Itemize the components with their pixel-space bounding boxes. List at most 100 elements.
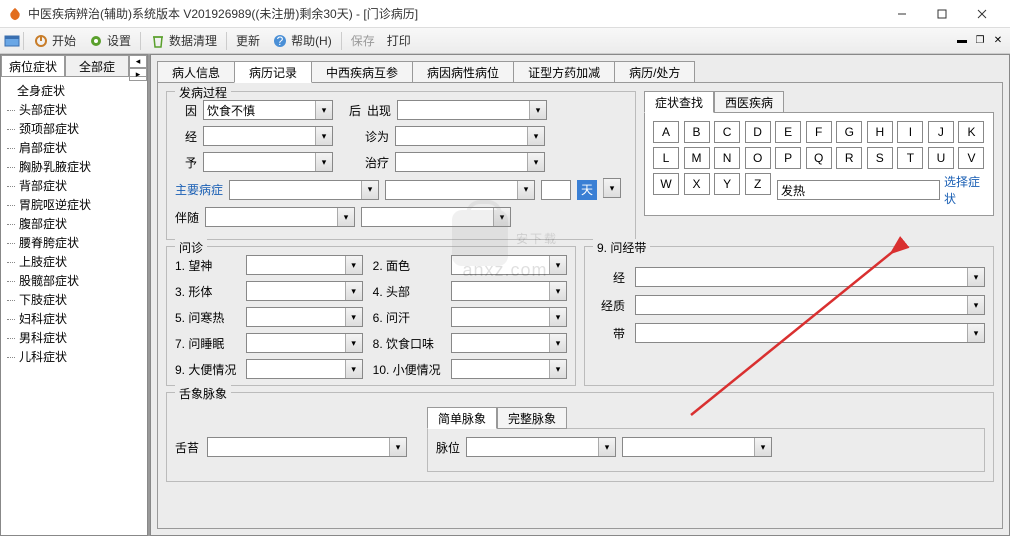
q10-select[interactable] (451, 359, 567, 379)
treat-select[interactable] (395, 152, 545, 172)
tree-item[interactable]: 儿科症状 (3, 347, 145, 366)
pulse-tab-full[interactable]: 完整脉象 (497, 407, 567, 429)
side-tab-all[interactable]: 全部症 (65, 55, 129, 76)
letter-X[interactable]: X (684, 173, 710, 195)
jingzhi-select[interactable] (635, 295, 985, 315)
q6-select[interactable] (451, 307, 567, 327)
tree-item[interactable]: 股髋部症状 (3, 271, 145, 290)
menu-update[interactable]: 更新 (230, 30, 266, 51)
q1-select[interactable] (246, 255, 362, 275)
diag-select[interactable] (395, 126, 545, 146)
letter-T[interactable]: T (897, 147, 923, 169)
symptom-tree[interactable]: 全身症状 头部症状 颈项部症状 肩部症状 胸胁乳腋症状 背部症状 胃脘呕逆症状 … (1, 77, 147, 535)
letter-R[interactable]: R (836, 147, 862, 169)
main-sym-select1[interactable] (229, 180, 379, 200)
letter-J[interactable]: J (928, 121, 954, 143)
letter-S[interactable]: S (867, 147, 893, 169)
q5-select[interactable] (246, 307, 362, 327)
mdi-restore-button[interactable]: ❐ (972, 34, 988, 48)
maximize-button[interactable] (922, 0, 962, 28)
jing-select[interactable] (635, 267, 985, 287)
q3-select[interactable] (246, 281, 362, 301)
letter-Q[interactable]: Q (806, 147, 832, 169)
days-input[interactable] (541, 180, 571, 200)
minimize-button[interactable] (882, 0, 922, 28)
symsearch-tab[interactable]: 症状查找 (644, 91, 714, 113)
tab-patient-info[interactable]: 病人信息 (157, 61, 235, 83)
give-select[interactable] (203, 152, 333, 172)
pulse-pos-select2[interactable] (622, 437, 772, 457)
letter-G[interactable]: G (836, 121, 862, 143)
select-symptom-link[interactable]: 选择症状 (944, 173, 985, 207)
letter-C[interactable]: C (714, 121, 740, 143)
accompany-select1[interactable] (205, 207, 355, 227)
cause-select[interactable] (203, 100, 333, 120)
menu-start[interactable]: 开始 (27, 30, 82, 51)
q9-select[interactable] (246, 359, 362, 379)
tongue-select[interactable] (207, 437, 407, 457)
tree-item[interactable]: 男科症状 (3, 328, 145, 347)
letter-B[interactable]: B (684, 121, 710, 143)
letter-H[interactable]: H (867, 121, 893, 143)
tab-rx[interactable]: 病历/处方 (614, 61, 695, 83)
menu-print[interactable]: 打印 (381, 30, 417, 51)
tree-item[interactable]: 头部症状 (3, 100, 145, 119)
tree-item[interactable]: 腹部症状 (3, 214, 145, 233)
menu-settings[interactable]: 设置 (82, 30, 137, 51)
letter-I[interactable]: I (897, 121, 923, 143)
q4-select[interactable] (451, 281, 567, 301)
menu-cleanup[interactable]: 数据清理 (144, 30, 223, 51)
tree-item[interactable]: 全身症状 (3, 81, 145, 100)
tree-item[interactable]: 腰脊胯症状 (3, 233, 145, 252)
appear-select[interactable] (397, 100, 547, 120)
side-tab-location[interactable]: 病位症状 (1, 55, 65, 76)
main-sym-select2[interactable] (385, 180, 535, 200)
letter-O[interactable]: O (745, 147, 771, 169)
tab-record[interactable]: 病历记录 (234, 61, 312, 83)
letter-W[interactable]: W (653, 173, 679, 195)
letter-E[interactable]: E (775, 121, 801, 143)
tree-item[interactable]: 下肢症状 (3, 290, 145, 309)
side-nav-left[interactable]: ◂ (129, 55, 147, 68)
accompany-select2[interactable] (361, 207, 511, 227)
letter-U[interactable]: U (928, 147, 954, 169)
tab-cause[interactable]: 病因病性病位 (412, 61, 514, 83)
close-button[interactable] (962, 0, 1002, 28)
letter-N[interactable]: N (714, 147, 740, 169)
letter-M[interactable]: M (684, 147, 710, 169)
days-unit: 天 (577, 180, 597, 200)
western-tab[interactable]: 西医疾病 (714, 91, 784, 113)
letter-V[interactable]: V (958, 147, 984, 169)
tree-item[interactable]: 颈项部症状 (3, 119, 145, 138)
letter-L[interactable]: L (653, 147, 679, 169)
mdi-minimize-button[interactable]: ▬ (954, 34, 970, 48)
main-symptom-link[interactable]: 主要病症 (175, 181, 223, 198)
tree-item[interactable]: 胸胁乳腋症状 (3, 157, 145, 176)
tree-item[interactable]: 胃脘呕逆症状 (3, 195, 145, 214)
letter-Z[interactable]: Z (745, 173, 771, 195)
q8-select[interactable] (451, 333, 567, 353)
letter-A[interactable]: A (653, 121, 679, 143)
symptom-search-input[interactable] (777, 180, 940, 200)
letter-F[interactable]: F (806, 121, 832, 143)
tree-item[interactable]: 肩部症状 (3, 138, 145, 157)
tree-item[interactable]: 背部症状 (3, 176, 145, 195)
q7-select[interactable] (246, 333, 362, 353)
letter-P[interactable]: P (775, 147, 801, 169)
days-dd[interactable] (603, 178, 621, 198)
tree-item[interactable]: 上肢症状 (3, 252, 145, 271)
letter-Y[interactable]: Y (714, 173, 740, 195)
letter-D[interactable]: D (745, 121, 771, 143)
mdi-close-button[interactable]: ✕ (990, 34, 1006, 48)
tab-cross-ref[interactable]: 中西疾病互参 (311, 61, 413, 83)
tree-item[interactable]: 妇科症状 (3, 309, 145, 328)
pulse-pos-select[interactable] (466, 437, 616, 457)
pulse-tab-simple[interactable]: 简单脉象 (427, 407, 497, 429)
letter-K[interactable]: K (958, 121, 984, 143)
tab-formula[interactable]: 证型方药加减 (513, 61, 615, 83)
q2-select[interactable] (451, 255, 567, 275)
menu-bar: 开始 设置 数据清理 更新 ? 帮助(H) 保存 打印 ▬ ❐ ✕ (0, 28, 1010, 54)
menu-help[interactable]: ? 帮助(H) (266, 30, 338, 51)
dai-select[interactable] (635, 323, 985, 343)
via-select[interactable] (203, 126, 333, 146)
